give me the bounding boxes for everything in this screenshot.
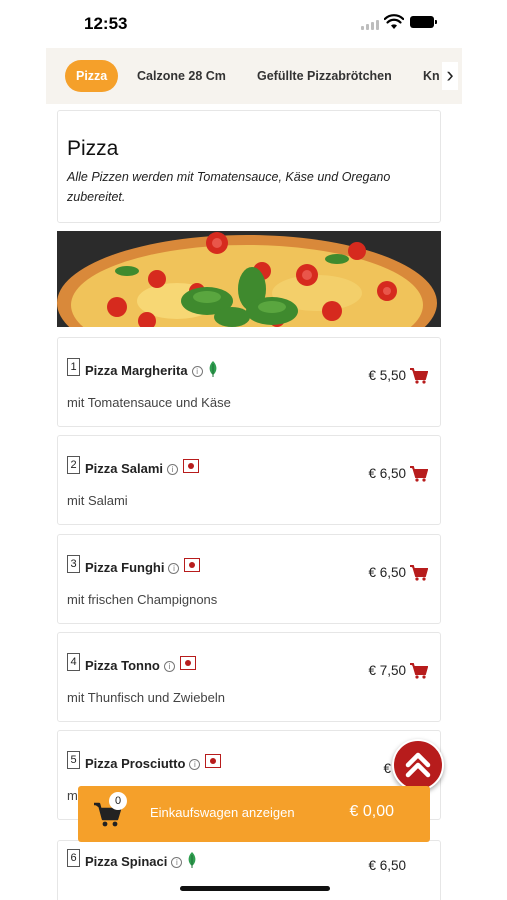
battery-icon bbox=[410, 16, 437, 28]
category-bar: Pizza Calzone 28 Cm Gefüllte Pizzabrötch… bbox=[46, 48, 462, 104]
info-icon[interactable]: i bbox=[191, 366, 203, 377]
leaf-icon bbox=[188, 852, 196, 868]
home-indicator[interactable] bbox=[180, 886, 330, 891]
info-icon[interactable]: i bbox=[189, 759, 201, 770]
shopping-cart-icon[interactable] bbox=[410, 565, 428, 581]
item-description: mit Thunfisch und Zwiebeln bbox=[67, 690, 226, 705]
shopping-cart-icon[interactable] bbox=[410, 368, 428, 384]
view-cart-button[interactable]: 0 Einkaufswagen anzeigen € 0,00 bbox=[78, 786, 430, 842]
item-price: € 5,50 bbox=[368, 368, 406, 383]
cart-count-badge: 0 bbox=[109, 792, 127, 810]
leaf-icon bbox=[209, 361, 216, 377]
section-header: Pizza Alle Pizzen werden mit Tomatensauc… bbox=[57, 110, 441, 223]
pizza-banner-image bbox=[57, 231, 441, 327]
menu-item[interactable]: 6 Pizza Spinaci i € 6,50 bbox=[57, 840, 441, 900]
item-name: Pizza Salami bbox=[85, 461, 164, 476]
status-time: 12:53 bbox=[84, 14, 128, 33]
item-number: 5 bbox=[67, 751, 80, 769]
menu-item[interactable]: 3 Pizza Funghi i € 6,50 mit frischen Cham… bbox=[57, 534, 441, 624]
info-icon[interactable]: i bbox=[163, 661, 175, 672]
info-icon[interactable]: i bbox=[168, 563, 180, 574]
item-name: Pizza Spinaci bbox=[85, 854, 168, 869]
item-price: € 7,50 bbox=[368, 663, 406, 678]
menu-item[interactable]: 1 Pizza Margherita i € 5,50 mit Tomatensa… bbox=[57, 337, 441, 427]
meat-marker-icon bbox=[179, 656, 196, 670]
tab-calzone[interactable]: Calzone 28 Cm bbox=[137, 60, 226, 92]
item-name: Pizza Funghi bbox=[85, 560, 165, 575]
section-title: Pizza bbox=[67, 137, 119, 160]
item-price: € 6,50 bbox=[368, 565, 406, 580]
info-icon[interactable]: i bbox=[171, 857, 183, 868]
info-icon[interactable]: i bbox=[167, 464, 179, 475]
item-price: € 6,50 bbox=[368, 466, 406, 481]
shopping-cart-icon[interactable] bbox=[410, 663, 428, 679]
item-name: Pizza Margherita bbox=[85, 363, 188, 378]
tab-gefuellte-pizzabroetchen[interactable]: Gefüllte Pizzabrötchen bbox=[257, 60, 392, 92]
cart-label: Einkaufswagen anzeigen bbox=[150, 805, 295, 820]
item-number: 3 bbox=[67, 555, 80, 573]
signal-icon bbox=[361, 20, 379, 30]
app-screen: 12:53 Pizza Calzone 28 Cm Gefüllte Pizza… bbox=[0, 0, 507, 900]
item-description: m bbox=[67, 788, 78, 803]
item-description: mit Salami bbox=[67, 493, 128, 508]
item-number: 4 bbox=[67, 653, 80, 671]
cart-total: € 0,00 bbox=[349, 803, 394, 820]
meat-marker-icon bbox=[184, 558, 201, 572]
item-name: Pizza Tonno bbox=[85, 658, 160, 673]
chevron-right-icon[interactable]: › bbox=[442, 62, 458, 90]
menu-item[interactable]: 4 Pizza Tonno i € 7,50 mit Thunfisch und … bbox=[57, 632, 441, 722]
item-description: mit Tomatensauce und Käse bbox=[67, 395, 231, 410]
tab-kn[interactable]: Kn bbox=[423, 60, 440, 92]
item-name: Pizza Prosciutto bbox=[85, 756, 186, 771]
section-description: Alle Pizzen werden mit Tomatensauce, Käs… bbox=[67, 170, 391, 204]
double-chevron-up-icon bbox=[405, 752, 431, 778]
shopping-cart-icon[interactable] bbox=[410, 466, 428, 482]
meat-marker-icon bbox=[183, 459, 200, 473]
item-price: € 6,50 bbox=[368, 858, 406, 873]
menu-item[interactable]: 2 Pizza Salami i € 6,50 mit Salami bbox=[57, 435, 441, 525]
item-number: 2 bbox=[67, 456, 80, 474]
item-number: 6 bbox=[67, 849, 80, 867]
item-description: mit frischen Champignons bbox=[67, 592, 218, 607]
meat-marker-icon bbox=[205, 754, 222, 768]
scroll-top-button[interactable] bbox=[392, 739, 444, 791]
wifi-icon bbox=[384, 14, 404, 29]
status-bar: 12:53 bbox=[0, 0, 507, 48]
tab-pizza[interactable]: Pizza bbox=[65, 60, 119, 92]
item-number: 1 bbox=[67, 358, 80, 376]
